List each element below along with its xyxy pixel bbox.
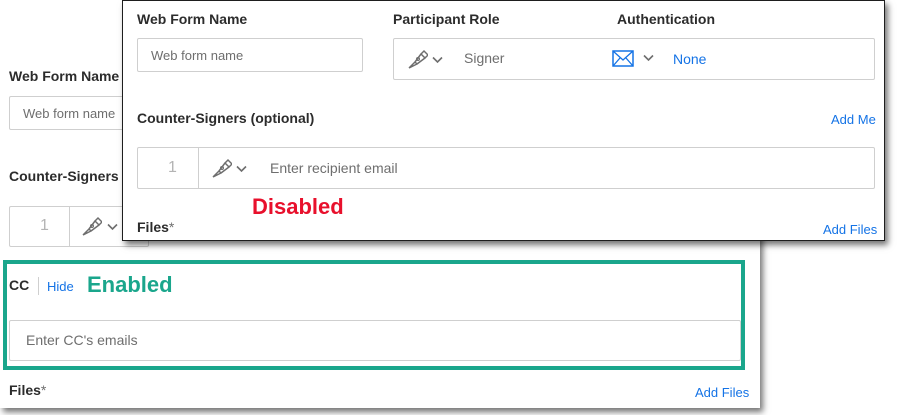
enabled-annotation: Enabled	[87, 272, 173, 297]
fountain-pen-icon[interactable]	[80, 216, 102, 238]
web-form-name-label: Web Form Name	[137, 11, 248, 27]
add-files-link[interactable]: Add Files	[695, 385, 749, 400]
web-form-name-label: Web Form Name	[9, 68, 120, 84]
chevron-down-icon[interactable]	[236, 165, 247, 173]
recipient-number: 1	[40, 217, 49, 234]
authentication-value[interactable]: None	[673, 51, 706, 67]
participant-role-label: Participant Role	[393, 11, 500, 27]
fountain-pen-icon[interactable]	[210, 158, 232, 180]
add-me-link[interactable]: Add Me	[831, 112, 876, 127]
participant-role-value[interactable]: Signer	[464, 50, 504, 66]
fountain-pen-icon[interactable]	[406, 49, 428, 71]
files-label-text: Files	[137, 219, 169, 235]
chevron-down-icon[interactable]	[107, 223, 118, 231]
recipient-divider	[198, 148, 199, 188]
recipient-row[interactable]: 1 Enter recipient email	[137, 147, 875, 189]
web-form-name-input[interactable]: Web form name	[137, 38, 363, 72]
web-form-name-placeholder: Web form name	[151, 48, 244, 63]
recipient-number: 1	[168, 159, 177, 176]
authentication-label: Authentication	[617, 11, 715, 27]
counter-signers-label: Counter-Signers (optional)	[137, 110, 315, 126]
participant-role-row: Signer None	[393, 38, 875, 80]
chevron-down-icon[interactable]	[432, 56, 443, 64]
chevron-down-icon[interactable]	[643, 54, 654, 62]
add-files-link[interactable]: Add Files	[823, 222, 877, 237]
files-required-mark: *	[168, 219, 175, 235]
recipient-email-placeholder: Enter recipient email	[270, 160, 398, 176]
disabled-annotation: Disabled	[252, 194, 344, 219]
web-form-name-placeholder: Web form name	[23, 106, 116, 121]
mail-icon[interactable]	[612, 50, 634, 67]
files-label: Files*	[9, 382, 46, 398]
recipient-divider	[69, 207, 70, 246]
files-label: Files*	[137, 219, 174, 235]
files-required-mark: *	[40, 382, 47, 398]
files-label-text: Files	[9, 382, 41, 398]
web-form-panel-disabled: Web Form Name Web form name Participant …	[122, 0, 885, 241]
counter-signers-label: Counter-Signers (	[9, 168, 128, 184]
